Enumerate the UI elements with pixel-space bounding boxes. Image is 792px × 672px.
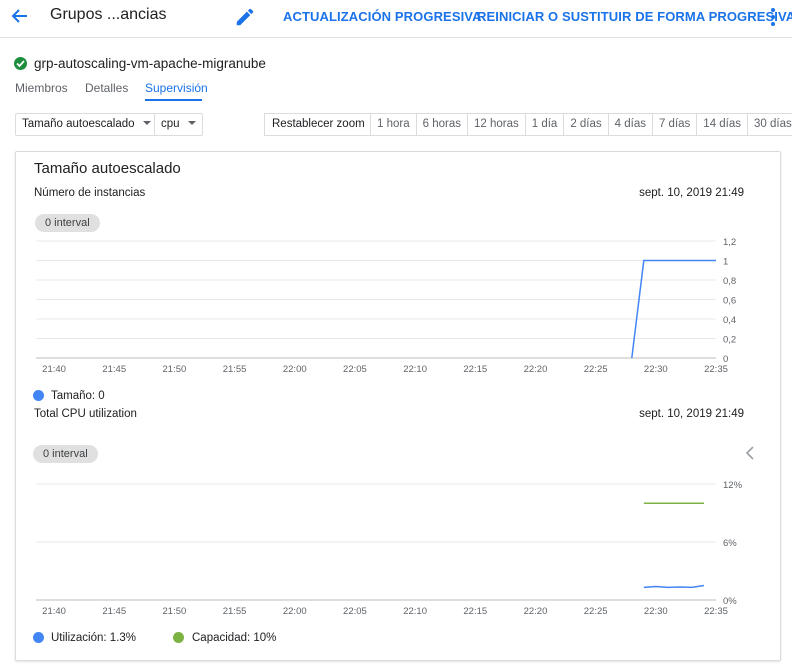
chart2-legend-utilization: Utilización: 1.3% — [51, 632, 137, 644]
x-tick-label: 22:30 — [644, 364, 668, 375]
x-tick-label: 22:15 — [463, 606, 487, 617]
more-vert-icon[interactable] — [766, 7, 780, 27]
series-line-tamaño — [631, 259, 716, 359]
x-tick-label: 21:55 — [223, 364, 247, 375]
x-tick-label: 22:05 — [343, 364, 367, 375]
range-button[interactable]: 2 días — [563, 113, 609, 136]
x-tick-label: 21:55 — [223, 606, 247, 617]
range-button[interactable]: 7 días — [651, 113, 698, 136]
x-tick-label: 21:40 — [42, 364, 66, 375]
x-tick-label: 22:00 — [283, 606, 307, 617]
chart1-legend-size: Tamaño: 0 — [51, 390, 105, 402]
tab-members[interactable]: Miembros — [15, 81, 68, 95]
legend-dot-size — [33, 390, 44, 401]
x-tick-label: 21:45 — [102, 364, 126, 375]
x-tick-label: 22:25 — [584, 364, 608, 375]
x-tick-label: 21:50 — [163, 606, 187, 617]
series-line-utilización — [643, 584, 705, 589]
rolling-restart-button[interactable]: REINICIAR O SUSTITUIR DE FORMA PROGRESIV… — [477, 9, 792, 24]
y-tick-label: 0,6 — [723, 296, 736, 307]
chart2-subtitle: Total CPU utilization — [34, 408, 137, 420]
x-tick-label: 22:05 — [343, 606, 367, 617]
legend-dot-utilization — [33, 632, 44, 643]
chevron-down-icon — [142, 121, 151, 125]
range-button[interactable]: 1 día — [524, 113, 565, 136]
x-tick-label: 22:20 — [524, 364, 548, 375]
chart2-plot: 0%6%12%21:40 21:45 21:50 21:55 22:00 22:05 22:… — [36, 480, 743, 617]
card-title: Tamaño autoescalado — [34, 160, 181, 177]
x-tick-label: 21:40 — [42, 606, 66, 617]
range-button[interactable]: 1 hora — [370, 113, 417, 136]
y-tick-label: 1,2 — [723, 237, 736, 248]
chart2-legend-capacity: Capacidad: 10% — [192, 632, 277, 644]
legend-dot-capacity — [173, 632, 184, 643]
edit-pencil-icon[interactable] — [234, 6, 256, 28]
metric-select-value: cpu — [161, 118, 180, 130]
page-title: Grupos ...ancias — [50, 6, 167, 23]
chart1-plot: 00,20,40,60,811,221:40 21:45 21:50 21:55 22:… — [36, 237, 736, 375]
range-button[interactable]: 6 horas — [415, 113, 468, 136]
range-button[interactable]: 12 horas — [466, 113, 526, 136]
chevron-down-icon — [187, 121, 196, 125]
chart-select-value: Tamaño autoescalado — [22, 118, 135, 130]
x-tick-label: 22:20 — [524, 606, 548, 617]
x-tick-label: 22:15 — [463, 364, 487, 375]
x-tick-label: 22:35 — [704, 364, 728, 375]
x-tick-label: 21:50 — [163, 364, 187, 375]
time-range-group: 1 hora 6 horas 12 horas 1 día 2 días 4 días 7 … — [370, 113, 792, 136]
y-tick-label: 0,2 — [723, 335, 736, 346]
x-tick-label: 22:25 — [584, 606, 608, 617]
chart1-subtitle: Número de instancias — [34, 187, 146, 199]
chevron-left-icon[interactable] — [745, 446, 755, 460]
chart-select[interactable]: Tamaño autoescalado — [15, 113, 158, 136]
y-tick-label: 6% — [723, 538, 737, 549]
y-tick-label: 12% — [723, 480, 743, 491]
range-button[interactable]: 30 días — [747, 113, 792, 136]
x-tick-label: 22:30 — [644, 606, 668, 617]
top-bar: Grupos ...ancias ACTUALIZACIÓN PROGRESIV… — [0, 0, 792, 38]
rolling-update-button[interactable]: ACTUALIZACIÓN PROGRESIVA — [283, 9, 482, 24]
y-tick-label: 0,4 — [723, 315, 736, 326]
reset-zoom-button[interactable]: Restablecer zoom — [264, 113, 373, 136]
x-tick-label: 22:35 — [704, 606, 728, 617]
y-tick-label: 1 — [723, 257, 728, 268]
group-name: grp-autoscaling-vm-apache-migranube — [34, 56, 266, 71]
active-tab-indicator — [145, 99, 202, 101]
chart2-interval-chip[interactable]: 0 interval — [33, 445, 98, 463]
chart2-timestamp: sept. 10, 2019 21:49 — [639, 408, 744, 420]
chart1-timestamp: sept. 10, 2019 21:49 — [639, 187, 744, 199]
x-tick-label: 22:10 — [403, 364, 427, 375]
x-tick-label: 22:10 — [403, 606, 427, 617]
back-arrow-icon[interactable] — [10, 6, 30, 26]
metric-select[interactable]: cpu — [154, 113, 203, 136]
range-button[interactable]: 4 días — [607, 113, 653, 136]
y-tick-label: 0,8 — [723, 276, 736, 287]
range-button[interactable]: 14 días — [696, 113, 749, 136]
tab-monitoring[interactable]: Supervisión — [145, 81, 208, 95]
tab-details[interactable]: Detalles — [85, 81, 128, 95]
status-ok-icon — [14, 57, 27, 70]
x-tick-label: 21:45 — [102, 606, 126, 617]
x-tick-label: 22:00 — [283, 364, 307, 375]
